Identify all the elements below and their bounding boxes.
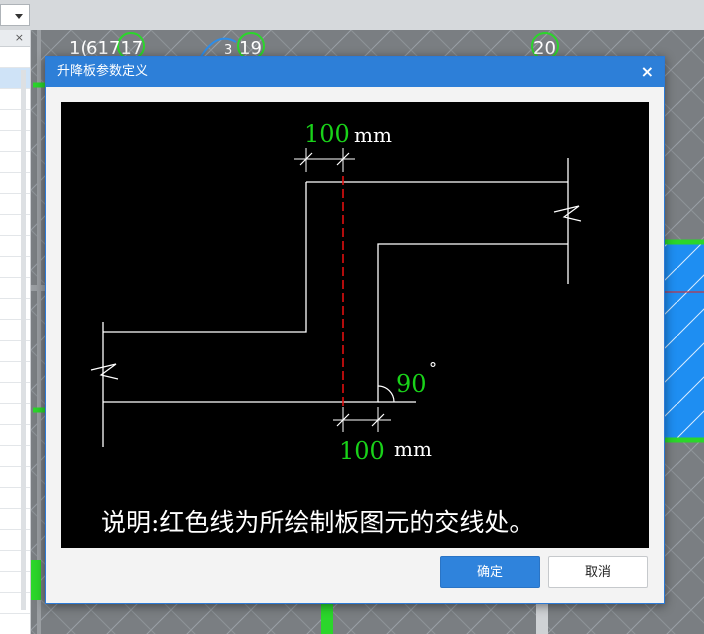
panel-header: × — [0, 30, 30, 47]
top-width-value: 100 — [304, 120, 350, 148]
property-panel: × — [0, 30, 31, 634]
bottom-width-value: 100 — [339, 437, 385, 465]
angle-arc — [377, 385, 395, 403]
step-lower-edge — [103, 243, 568, 403]
chevron-down-icon — [15, 14, 23, 19]
dialog-title: 升降板参数定义 — [57, 64, 149, 79]
angle-unit: ° — [429, 359, 437, 378]
bottom-width-unit: mm — [394, 437, 432, 461]
floor-dropdown[interactable] — [0, 4, 30, 26]
slab-section-drawing: 100 mm 90 ° 100 mm 说明:红色线为所绘制板图元的交线处。 — [90, 120, 582, 537]
close-icon[interactable]: × — [641, 57, 654, 87]
angle-value: 90 — [396, 370, 427, 398]
panel-scrollbar[interactable] — [21, 70, 26, 610]
top-toolbar — [0, 0, 704, 31]
top-width-unit: mm — [354, 123, 392, 147]
step-upper-edge — [103, 182, 307, 333]
parameter-diagram: 100 mm 90 ° 100 mm 说明:红色线为所绘制板图元的交线处。 — [61, 102, 649, 548]
property-row[interactable] — [0, 47, 30, 68]
dialog-titlebar: 升降板参数定义 × — [46, 57, 664, 87]
cancel-button[interactable]: 取消 — [548, 556, 648, 588]
panel-close-icon[interactable]: × — [15, 30, 24, 46]
raise-lower-slab-dialog: 升降板参数定义 × 100 mm 90 ° 100 mm 说明:红色线为所绘制板… — [45, 56, 665, 604]
left-break-symbol — [90, 363, 119, 380]
diagram-note: 说明:红色线为所绘制板图元的交线处。 — [101, 508, 534, 537]
ok-button[interactable]: 确定 — [440, 556, 540, 588]
